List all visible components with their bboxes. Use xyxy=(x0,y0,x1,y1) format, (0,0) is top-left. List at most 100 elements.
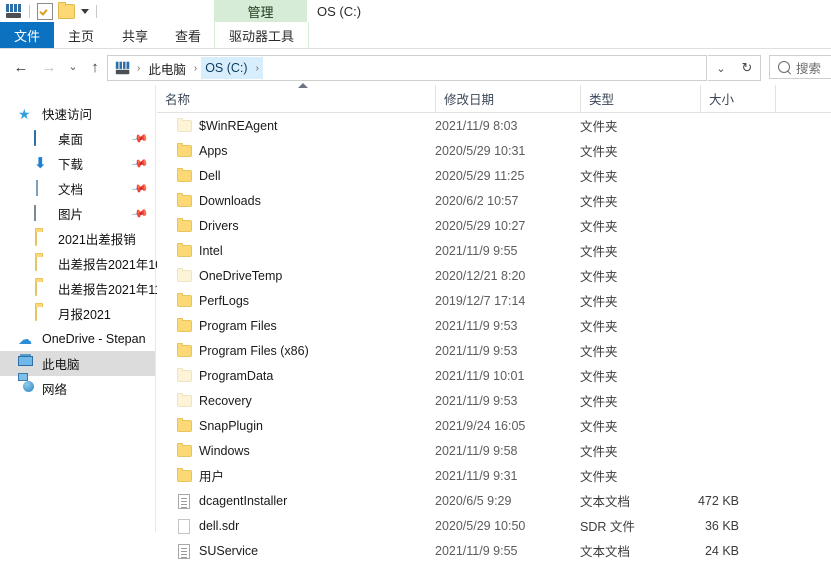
sidebar-item-icon xyxy=(34,129,52,147)
column-header-type[interactable]: 类型 xyxy=(580,85,700,112)
table-row[interactable]: $WinREAgent 2021/11/9 8:03 文件夹 xyxy=(157,113,831,138)
folder-icon xyxy=(177,168,192,182)
file-date: 2020/12/21 8:20 xyxy=(435,268,526,283)
table-row[interactable]: Dell 2020/5/29 11:25 文件夹 xyxy=(157,163,831,188)
sidebar-item[interactable]: 图片 📌 xyxy=(0,201,155,226)
this-pc-icon xyxy=(108,61,133,75)
sidebar-item-label: 图片 xyxy=(58,208,84,222)
table-row[interactable]: ProgramData 2021/11/9 10:01 文件夹 xyxy=(157,363,831,388)
table-row[interactable]: Intel 2021/11/9 9:55 文件夹 xyxy=(157,238,831,263)
sidebar-item[interactable]: ★ 快速访问 xyxy=(0,101,155,126)
pin-icon[interactable]: 📌 xyxy=(131,204,150,223)
folder-icon xyxy=(177,118,192,132)
cell-name: Windows xyxy=(176,443,250,458)
pin-icon[interactable]: 📌 xyxy=(131,179,150,198)
breadcrumb-item-this-pc[interactable]: 此电脑 xyxy=(144,57,190,79)
file-type: 文件夹 xyxy=(580,320,618,334)
window-title-text: OS (C:) xyxy=(317,3,362,19)
tab-file[interactable]: 文件 xyxy=(0,22,54,48)
tab-share[interactable]: 共享 xyxy=(108,22,162,48)
cell-name: OneDriveTemp xyxy=(176,268,283,283)
column-divider[interactable] xyxy=(775,85,776,112)
breadcrumb-separator[interactable]: › xyxy=(190,57,201,79)
file-icon xyxy=(176,193,192,207)
address-bar: ← → ⌄ ↑ › 此电脑 › OS (C:) › ⌄ ↻ 搜索 xyxy=(0,49,831,85)
table-row[interactable]: Program Files (x86) 2021/11/9 9:53 文件夹 xyxy=(157,338,831,363)
up-button[interactable]: ↑ xyxy=(84,56,106,78)
file-name: Intel xyxy=(199,243,223,258)
sidebar-item[interactable]: 文档 📌 xyxy=(0,176,155,201)
documents-icon xyxy=(36,179,38,196)
table-row[interactable]: dcagentInstaller 2020/6/5 9:29 文本文档 472 KB xyxy=(157,488,831,513)
column-header-size[interactable]: 大小 xyxy=(700,85,775,112)
sidebar-item[interactable]: 出差报告2021年11 xyxy=(0,276,161,301)
table-row[interactable]: OneDriveTemp 2020/12/21 8:20 文件夹 xyxy=(157,263,831,288)
back-button[interactable]: ← xyxy=(10,56,32,78)
tab-drive-tools[interactable]: 驱动器工具 xyxy=(214,22,309,48)
table-row[interactable]: Downloads 2020/6/2 10:57 文件夹 xyxy=(157,188,831,213)
recent-locations-button[interactable]: ⌄ xyxy=(62,56,84,78)
table-row[interactable]: SUService 2021/11/9 9:55 文本文档 24 KB xyxy=(157,538,831,563)
tab-home[interactable]: 主页 xyxy=(54,22,108,48)
table-row[interactable]: dell.sdr 2020/5/29 10:50 SDR 文件 36 KB xyxy=(157,513,831,538)
breadcrumb-separator[interactable]: › xyxy=(133,57,144,79)
file-icon xyxy=(176,218,192,232)
file-date: 2021/11/9 9:53 xyxy=(435,393,518,408)
table-row[interactable]: Windows 2021/11/9 9:58 文件夹 xyxy=(157,438,831,463)
file-name: Windows xyxy=(199,443,250,458)
file-name: Dell xyxy=(199,168,221,183)
file-date: 2020/5/29 10:50 xyxy=(435,518,526,533)
address-dropdown-button[interactable]: ⌄ xyxy=(708,55,735,81)
pin-icon[interactable]: 📌 xyxy=(131,129,150,148)
column-header-date[interactable]: 修改日期 xyxy=(435,85,580,112)
search-placeholder: 搜索 xyxy=(796,61,822,76)
file-icon xyxy=(176,143,192,157)
file-type: 文本文档 xyxy=(580,495,631,509)
table-row[interactable]: SnapPlugin 2021/9/24 16:05 文件夹 xyxy=(157,413,831,438)
file-icon xyxy=(176,268,192,282)
table-row[interactable]: Recovery 2021/11/9 9:53 文件夹 xyxy=(157,388,831,413)
breadcrumb-item-os-c[interactable]: OS (C:) xyxy=(201,57,252,79)
sidebar-item-label: 月报2021 xyxy=(58,308,111,322)
cell-name: Program Files (x86) xyxy=(176,343,309,358)
title-bar: 管理 OS (C:) xyxy=(0,0,831,22)
sidebar-item[interactable]: 月报2021 xyxy=(0,301,155,326)
properties-icon[interactable] xyxy=(37,2,53,20)
breadcrumb[interactable]: › 此电脑 › OS (C:) › xyxy=(107,55,707,81)
sidebar-item-label: OneDrive - Stepan xyxy=(42,331,146,346)
cell-name: $WinREAgent xyxy=(176,118,278,133)
refresh-button[interactable]: ↻ xyxy=(734,55,761,81)
breadcrumb-separator[interactable]: › xyxy=(251,57,263,79)
this-pc-icon[interactable] xyxy=(6,4,22,18)
customize-caret-icon[interactable] xyxy=(81,8,89,14)
sidebar-item[interactable]: 网络 xyxy=(0,372,155,401)
sidebar-item[interactable]: 出差报告2021年10 xyxy=(0,251,162,276)
file-name: OneDriveTemp xyxy=(199,268,283,283)
search-input[interactable]: 搜索 xyxy=(769,55,831,79)
table-row[interactable]: PerfLogs 2019/12/7 17:14 文件夹 xyxy=(157,288,831,313)
tab-view[interactable]: 查看 xyxy=(162,22,214,48)
pin-icon[interactable]: 📌 xyxy=(131,154,150,173)
new-folder-icon[interactable] xyxy=(58,1,75,19)
file-icon xyxy=(176,443,192,457)
cell-name: PerfLogs xyxy=(176,293,249,308)
file-name: Apps xyxy=(199,143,228,158)
sidebar-item[interactable]: 2021出差报销 xyxy=(0,226,155,251)
file-name: SUService xyxy=(199,543,259,558)
table-row[interactable]: Apps 2020/5/29 10:31 文件夹 xyxy=(157,138,831,163)
star-icon: ★ xyxy=(18,105,31,122)
generic-file-icon xyxy=(178,519,190,534)
table-row[interactable]: Drivers 2020/5/29 10:27 文件夹 xyxy=(157,213,831,238)
file-icon xyxy=(176,318,192,332)
folder-icon xyxy=(177,243,192,257)
column-header-name[interactable]: 名称 xyxy=(157,85,435,112)
table-row[interactable]: 用户 2021/11/9 9:31 文件夹 xyxy=(157,463,831,488)
forward-button[interactable]: → xyxy=(38,56,60,78)
file-name: Program Files (x86) xyxy=(199,343,309,358)
sidebar-item[interactable]: 桌面 📌 xyxy=(0,126,155,151)
sidebar-item[interactable]: ☁ OneDrive - Stepan xyxy=(0,326,155,351)
table-row[interactable]: Program Files 2021/11/9 9:53 文件夹 xyxy=(157,313,831,338)
cell-name: Program Files xyxy=(176,318,277,333)
sidebar-item[interactable]: ⬇ 下载 📌 xyxy=(0,151,155,176)
sidebar-item-icon xyxy=(34,304,52,322)
